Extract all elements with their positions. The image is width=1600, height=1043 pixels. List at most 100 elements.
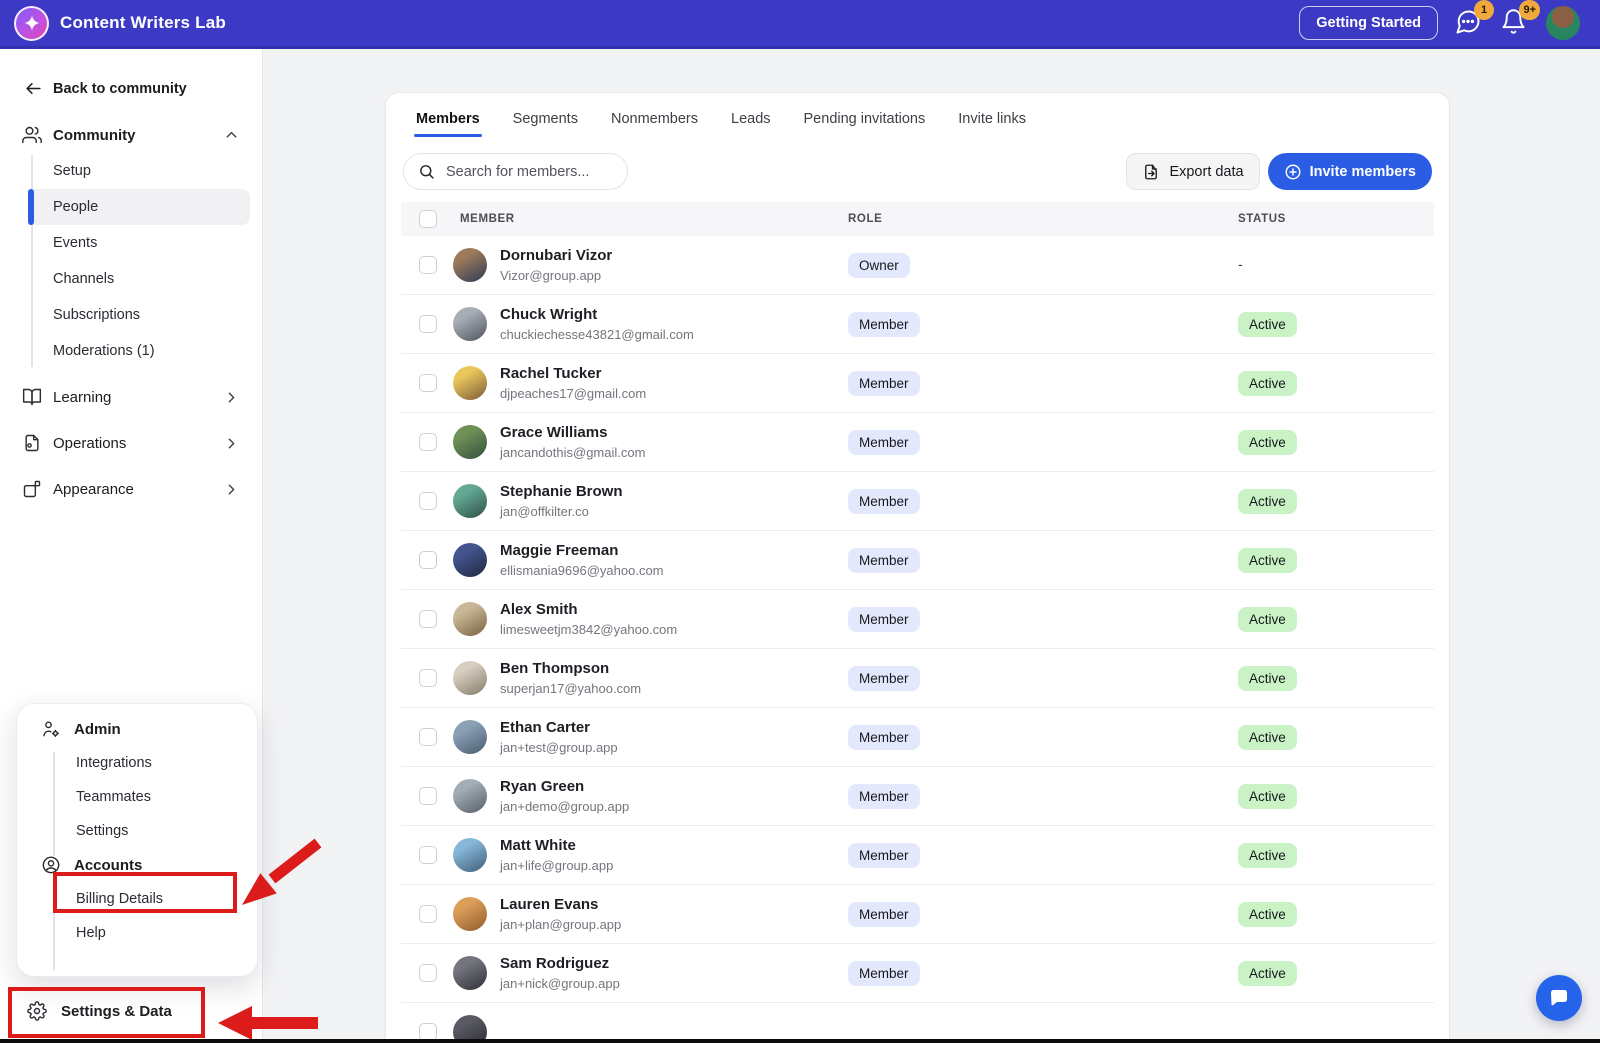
row-checkbox[interactable] xyxy=(419,433,437,451)
status-badge: Active xyxy=(1238,784,1297,809)
member-name: Stephanie Brown xyxy=(500,483,623,502)
menu-group-admin[interactable]: Admin xyxy=(17,712,257,746)
row-checkbox[interactable] xyxy=(419,551,437,569)
table-row[interactable]: Maggie Freeman ellismania9696@yahoo.com … xyxy=(401,531,1434,590)
chevron-up-icon[interactable] xyxy=(223,127,240,144)
sidebar-item-operations[interactable]: Operations xyxy=(22,425,240,461)
row-checkbox[interactable] xyxy=(419,492,437,510)
user-gear-icon xyxy=(41,719,61,739)
select-all-checkbox[interactable] xyxy=(419,210,437,228)
row-checkbox[interactable] xyxy=(419,728,437,746)
menu-item-integrations[interactable]: Integrations xyxy=(17,746,257,780)
avatar xyxy=(453,897,487,931)
table-row[interactable]: Alex Smith limesweetjm3842@yahoo.com Mem… xyxy=(401,590,1434,649)
chat-widget-button[interactable] xyxy=(1536,975,1582,1021)
search-input[interactable] xyxy=(444,163,604,181)
member-name: Rachel Tucker xyxy=(500,365,646,384)
appearance-label: Appearance xyxy=(53,481,134,498)
tab-nonmembers[interactable]: Nonmembers xyxy=(611,111,698,137)
sidebar-item-setup[interactable]: Setup xyxy=(28,153,250,189)
back-to-community-link[interactable]: Back to community xyxy=(24,79,262,98)
status-column-header: STATUS xyxy=(1238,213,1434,225)
operations-label: Operations xyxy=(53,435,126,452)
sidebar-item-appearance[interactable]: Appearance xyxy=(22,471,240,507)
tab-members[interactable]: Members xyxy=(416,111,480,137)
brand[interactable]: Content Writers Lab xyxy=(14,6,226,41)
role-badge: Member xyxy=(848,902,920,927)
table-row[interactable] xyxy=(401,1003,1434,1043)
member-email: ellismania9696@yahoo.com xyxy=(500,563,664,578)
member-name: Sam Rodriguez xyxy=(500,955,620,974)
role-badge: Member xyxy=(848,489,920,514)
members-table-body: Dornubari Vizor Vizor@group.app Owner - … xyxy=(401,236,1434,1043)
menu-item-help[interactable]: Help xyxy=(17,916,257,950)
tab-leads[interactable]: Leads xyxy=(731,111,771,137)
export-data-button[interactable]: Export data xyxy=(1126,153,1259,190)
settings-and-data-item[interactable]: Settings & Data xyxy=(0,987,230,1035)
role-badge: Member xyxy=(848,312,920,337)
tab-invite-links[interactable]: Invite links xyxy=(958,111,1026,137)
row-checkbox[interactable] xyxy=(419,846,437,864)
admin-group-label: Admin xyxy=(74,721,121,738)
invite-members-button[interactable]: Invite members xyxy=(1268,153,1432,190)
member-email: jan+demo@group.app xyxy=(500,799,629,814)
learning-label: Learning xyxy=(53,389,111,406)
chevron-right-icon xyxy=(223,481,240,498)
sidebar-item-people[interactable]: People xyxy=(28,189,250,225)
book-icon xyxy=(22,387,42,407)
tab-pending-invitations[interactable]: Pending invitations xyxy=(804,111,926,137)
member-email: superjan17@yahoo.com xyxy=(500,681,641,696)
member-email: jan@offkilter.co xyxy=(500,504,623,519)
search-box[interactable] xyxy=(403,153,628,190)
menu-group-accounts[interactable]: Accounts xyxy=(17,848,257,882)
table-row[interactable]: Rachel Tucker djpeaches17@gmail.com Memb… xyxy=(401,354,1434,413)
row-checkbox[interactable] xyxy=(419,610,437,628)
sidebar-item-channels[interactable]: Channels xyxy=(28,261,250,297)
sidebar-item-subscriptions[interactable]: Subscriptions xyxy=(28,297,250,333)
menu-item-settings[interactable]: Settings xyxy=(17,814,257,848)
member-name: Matt White xyxy=(500,837,613,856)
menu-item-teammates[interactable]: Teammates xyxy=(17,780,257,814)
status-badge: Active xyxy=(1238,843,1297,868)
member-column-header: MEMBER xyxy=(453,213,848,225)
row-checkbox[interactable] xyxy=(419,964,437,982)
status-badge: - xyxy=(1238,256,1243,272)
chat-button[interactable]: 1 xyxy=(1454,8,1484,38)
search-icon xyxy=(418,163,435,180)
sidebar-item-moderations[interactable]: Moderations (1) xyxy=(28,333,250,369)
community-section-header[interactable]: Community xyxy=(22,125,240,145)
user-avatar[interactable] xyxy=(1546,6,1580,40)
table-row[interactable]: Ryan Green jan+demo@group.app Member Act… xyxy=(401,767,1434,826)
table-row[interactable]: Grace Williams jancandothis@gmail.com Me… xyxy=(401,413,1434,472)
sidebar-item-events[interactable]: Events xyxy=(28,225,250,261)
row-checkbox[interactable] xyxy=(419,787,437,805)
table-row[interactable]: Sam Rodriguez jan+nick@group.app Member … xyxy=(401,944,1434,1003)
table-row[interactable]: Lauren Evans jan+plan@group.app Member A… xyxy=(401,885,1434,944)
row-checkbox[interactable] xyxy=(419,905,437,923)
row-checkbox[interactable] xyxy=(419,256,437,274)
row-checkbox[interactable] xyxy=(419,315,437,333)
member-email: jan+nick@group.app xyxy=(500,976,620,991)
getting-started-button[interactable]: Getting Started xyxy=(1299,6,1438,40)
table-row[interactable]: Ben Thompson superjan17@yahoo.com Member… xyxy=(401,649,1434,708)
gear-icon xyxy=(27,1001,47,1021)
member-email: djpeaches17@gmail.com xyxy=(500,386,646,401)
row-checkbox[interactable] xyxy=(419,374,437,392)
table-row[interactable]: Ethan Carter jan+test@group.app Member A… xyxy=(401,708,1434,767)
row-checkbox[interactable] xyxy=(419,669,437,687)
members-card: Members Segments Nonmembers Leads Pendin… xyxy=(385,92,1450,1043)
table-row[interactable]: Dornubari Vizor Vizor@group.app Owner - xyxy=(401,236,1434,295)
member-email: jan+test@group.app xyxy=(500,740,618,755)
menu-item-billing-details[interactable]: Billing Details xyxy=(17,882,257,916)
tab-segments[interactable]: Segments xyxy=(513,111,578,137)
sidebar-item-learning[interactable]: Learning xyxy=(22,379,240,415)
table-row[interactable]: Matt White jan+life@group.app Member Act… xyxy=(401,826,1434,885)
member-email: limesweetjm3842@yahoo.com xyxy=(500,622,677,637)
table-row[interactable]: Chuck Wright chuckiechesse43821@gmail.co… xyxy=(401,295,1434,354)
back-label: Back to community xyxy=(53,81,187,97)
notifications-button[interactable]: 9+ xyxy=(1500,8,1530,38)
table-row[interactable]: Stephanie Brown jan@offkilter.co Member … xyxy=(401,472,1434,531)
settings-data-label: Settings & Data xyxy=(61,1003,172,1020)
role-badge: Member xyxy=(848,725,920,750)
status-badge: Active xyxy=(1238,607,1297,632)
